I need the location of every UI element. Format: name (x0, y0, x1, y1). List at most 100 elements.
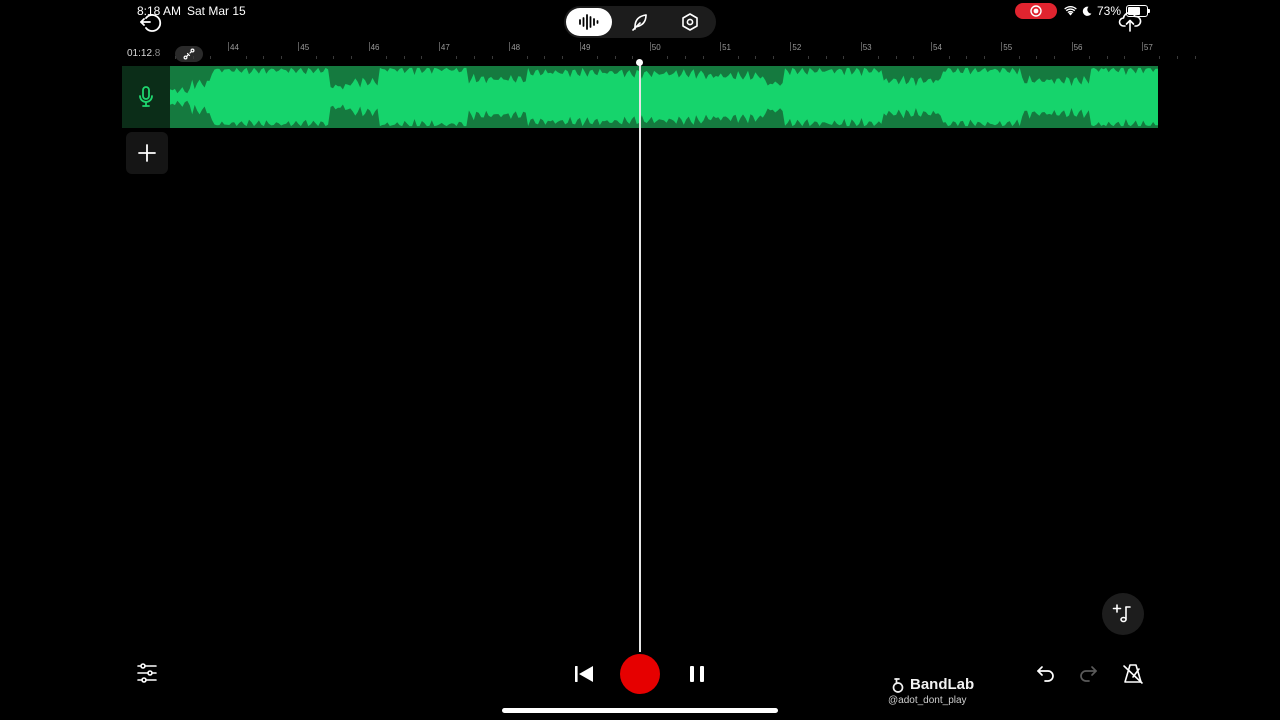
sliders-icon (137, 663, 157, 683)
record-button[interactable] (620, 654, 660, 694)
ruler-label: 49 (581, 43, 591, 52)
ruler-tick (720, 42, 722, 51)
ruler-subtick (825, 56, 827, 59)
ruler-subtick (983, 56, 985, 59)
mode-tab-feather[interactable] (617, 8, 663, 36)
ruler-tick (1001, 42, 1003, 51)
ruler-subtick (526, 56, 528, 59)
timeline-ruler[interactable]: 44 45 46 47 48 49 50 51 52 53 54 55 56 57 (172, 40, 1196, 64)
ruler-subtick (456, 56, 458, 59)
ruler-subtick (843, 56, 845, 59)
ruler-tick (228, 42, 229, 51)
ruler-subtick (667, 56, 669, 59)
ruler-subtick (351, 56, 353, 59)
ruler-subtick (913, 56, 915, 59)
ruler-label: 51 (722, 43, 731, 52)
home-indicator (502, 708, 778, 713)
brand-handle: @adot_dont_play (888, 695, 967, 706)
audio-region[interactable] (170, 66, 1158, 128)
ruler-tick (368, 42, 370, 51)
playhead-handle[interactable] (636, 59, 643, 66)
upload-button[interactable] (1118, 8, 1142, 34)
ruler-subtick (245, 56, 247, 59)
brand-name-row: BandLab (890, 676, 980, 693)
ruler-subtick (280, 56, 282, 59)
skip-to-start-button[interactable] (572, 662, 596, 686)
ruler-subtick (1194, 56, 1196, 59)
ruler-tick (438, 42, 440, 51)
track-header[interactable] (122, 66, 170, 128)
ruler-subtick (1054, 56, 1056, 59)
ruler-tick (931, 42, 932, 51)
ruler-subtick (1018, 56, 1020, 59)
ruler-label: 47 (440, 43, 450, 52)
feather-icon (632, 14, 647, 31)
mode-switch (564, 6, 716, 38)
waveform-icon (579, 14, 599, 30)
ruler-label: 52 (792, 43, 802, 52)
ruler-tick (298, 42, 300, 51)
ruler-label: 44 (230, 43, 239, 52)
ruler-tick (509, 42, 511, 51)
cloud-upload-icon (1118, 12, 1142, 32)
ruler-tick (1071, 42, 1073, 51)
ruler-label: 54 (933, 43, 942, 52)
ruler-subtick (491, 56, 493, 59)
ruler-subtick (702, 56, 704, 59)
ruler-subtick (1124, 56, 1126, 59)
pause-button[interactable] (685, 662, 709, 686)
metronome-button[interactable] (1121, 662, 1145, 686)
ruler-subtick (807, 56, 809, 59)
ruler-subtick (210, 56, 212, 59)
ruler-subtick (737, 56, 739, 59)
ruler-tick (790, 42, 792, 51)
microphone-icon (139, 86, 153, 107)
ruler-subtick (1159, 56, 1161, 59)
moon-icon (1082, 6, 1092, 16)
ruler-label: 56 (1073, 43, 1083, 52)
battery-tip (1148, 9, 1151, 13)
ruler-label: 50 (651, 43, 661, 52)
mode-tab-waveform[interactable] (566, 8, 612, 36)
ruler-label: 45 (300, 43, 310, 52)
ruler-subtick (878, 56, 880, 59)
ruler-subtick (175, 56, 177, 59)
mixer-button[interactable] (135, 661, 159, 685)
undo-icon (1037, 666, 1054, 682)
ruler-subtick (403, 56, 405, 59)
ruler-label: 48 (511, 43, 521, 52)
redo-button[interactable] (1076, 662, 1100, 686)
ruler-subtick (474, 56, 476, 59)
ruler-subtick (614, 56, 616, 59)
hexagon-settings-icon (682, 13, 698, 31)
ruler-subtick (1036, 56, 1038, 59)
ruler-tick (860, 42, 862, 51)
ruler-subtick (597, 56, 599, 59)
add-instrument-button[interactable] (1102, 593, 1144, 635)
redo-icon (1080, 666, 1097, 682)
add-music-note-icon (1112, 604, 1131, 623)
ruler-subtick (561, 56, 563, 59)
ruler-subtick (386, 56, 388, 59)
ruler-tick (579, 42, 581, 51)
ruler-subtick (895, 56, 897, 59)
back-button[interactable] (138, 10, 162, 34)
ruler-subtick (263, 56, 265, 59)
waveform-shape (170, 67, 1158, 127)
ruler-tick (1141, 42, 1143, 51)
audio-waveform (170, 67, 1158, 127)
ruler-subtick (315, 56, 317, 59)
screen-record-icon (1030, 5, 1042, 17)
ruler-subtick (684, 56, 686, 59)
pause-icon (690, 666, 704, 682)
ruler-label: 53 (862, 43, 872, 52)
mode-tab-settings[interactable] (667, 8, 713, 36)
metronome-off-icon (1123, 664, 1143, 684)
ruler-label: 55 (1003, 43, 1013, 52)
ruler-label: 57 (1143, 43, 1153, 52)
undo-button[interactable] (1034, 662, 1058, 686)
ruler-subtick (948, 56, 950, 59)
add-track-button[interactable] (126, 132, 168, 174)
playhead[interactable] (639, 62, 641, 652)
screen-record-badge (1015, 3, 1057, 19)
